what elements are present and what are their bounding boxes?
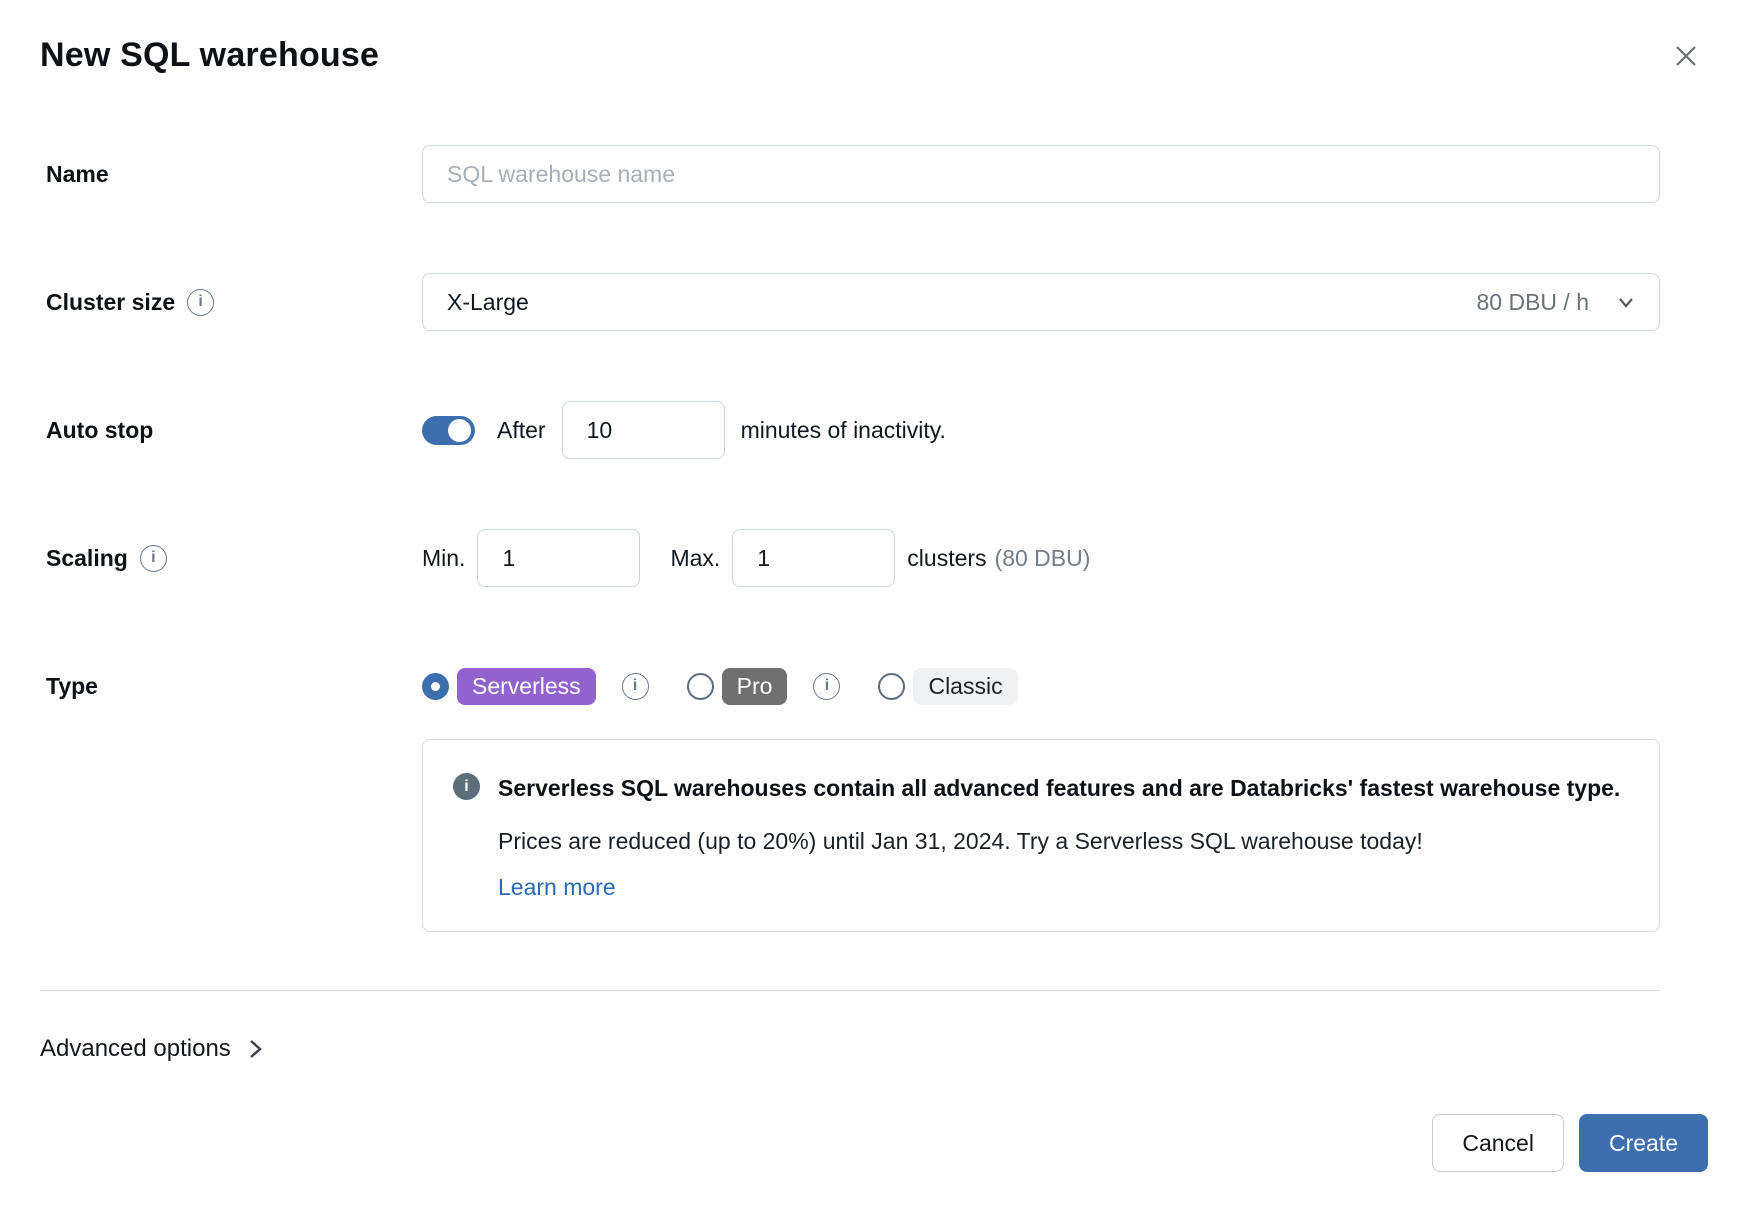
scaling-label: Scaling i (40, 545, 422, 572)
advanced-options-label: Advanced options (40, 1035, 231, 1063)
cluster-size-row: Cluster size i X-Large 80 DBU / h (40, 273, 1660, 331)
auto-stop-label-text: Auto stop (46, 417, 153, 444)
scaling-min-input[interactable] (477, 529, 640, 587)
scaling-max-label: Max. (670, 545, 720, 572)
cluster-size-label: Cluster size i (40, 289, 422, 316)
cluster-size-control: X-Large 80 DBU / h (422, 273, 1660, 331)
create-button[interactable]: Create (1579, 1114, 1708, 1172)
name-control (422, 145, 1660, 203)
scaling-dbu-total: (80 DBU) (995, 545, 1091, 572)
banner-info-icon: i (453, 773, 480, 800)
radio-classic[interactable] (878, 673, 905, 700)
scaling-suffix: clusters (907, 545, 986, 572)
new-sql-warehouse-dialog: New SQL warehouse Name Cluster size i X-… (0, 0, 1746, 1220)
cluster-size-info-icon[interactable]: i (187, 289, 214, 316)
dialog-footer: Cancel Create (1432, 1114, 1708, 1172)
classic-badge[interactable]: Classic (913, 668, 1017, 705)
warehouse-form: Name Cluster size i X-Large 80 DBU / h (40, 145, 1706, 1063)
chevron-down-icon (1615, 291, 1637, 313)
warehouse-name-input[interactable] (422, 145, 1660, 203)
radio-serverless[interactable] (422, 673, 449, 700)
section-divider (40, 990, 1660, 991)
advanced-options-toggle[interactable]: Advanced options (40, 1035, 265, 1063)
type-label-text: Type (46, 673, 98, 700)
type-row: Type Serverless i Pro i Classic (40, 657, 1660, 715)
cluster-size-rate: 80 DBU / h (1477, 289, 1590, 316)
radio-pro[interactable] (687, 673, 714, 700)
scaling-min-label: Min. (422, 545, 465, 572)
cluster-size-label-text: Cluster size (46, 289, 175, 316)
cancel-button[interactable]: Cancel (1432, 1114, 1564, 1172)
scaling-label-text: Scaling (46, 545, 128, 572)
serverless-info-banner: i Serverless SQL warehouses contain all … (422, 739, 1660, 932)
name-label-text: Name (46, 161, 109, 188)
close-icon (1673, 43, 1699, 69)
auto-stop-row: Auto stop After minutes of inactivity. (40, 401, 1660, 459)
auto-stop-toggle[interactable] (422, 416, 475, 445)
pro-badge[interactable]: Pro (722, 668, 788, 705)
name-label: Name (40, 161, 422, 188)
close-button[interactable] (1670, 40, 1702, 72)
auto-stop-prefix: After (497, 417, 546, 444)
cluster-size-select[interactable]: X-Large 80 DBU / h (422, 273, 1660, 331)
banner-bold-text: Serverless SQL warehouses contain all ad… (498, 768, 1620, 808)
learn-more-link[interactable]: Learn more (498, 874, 616, 901)
auto-stop-control: After minutes of inactivity. (422, 401, 1660, 459)
banner-body-text: Prices are reduced (up to 20%) until Jan… (498, 824, 1629, 860)
scaling-control: Min. Max. clusters (80 DBU) (422, 529, 1660, 587)
auto-stop-label: Auto stop (40, 417, 422, 444)
cluster-size-value: X-Large (447, 289, 1477, 316)
pro-info-icon[interactable]: i (813, 673, 840, 700)
type-control: Serverless i Pro i Classic (422, 668, 1660, 705)
dialog-title: New SQL warehouse (40, 36, 1706, 75)
serverless-badge[interactable]: Serverless (457, 668, 596, 705)
scaling-max-input[interactable] (732, 529, 895, 587)
chevron-right-icon (245, 1037, 265, 1061)
auto-stop-minutes-input[interactable] (562, 401, 725, 459)
serverless-info-icon[interactable]: i (622, 673, 649, 700)
type-label: Type (40, 673, 422, 700)
scaling-info-icon[interactable]: i (140, 545, 167, 572)
scaling-row: Scaling i Min. Max. clusters (80 DBU) (40, 529, 1660, 587)
banner-head: i Serverless SQL warehouses contain all … (453, 768, 1629, 808)
toggle-knob (448, 419, 471, 442)
name-row: Name (40, 145, 1660, 203)
auto-stop-suffix: minutes of inactivity. (741, 417, 946, 444)
